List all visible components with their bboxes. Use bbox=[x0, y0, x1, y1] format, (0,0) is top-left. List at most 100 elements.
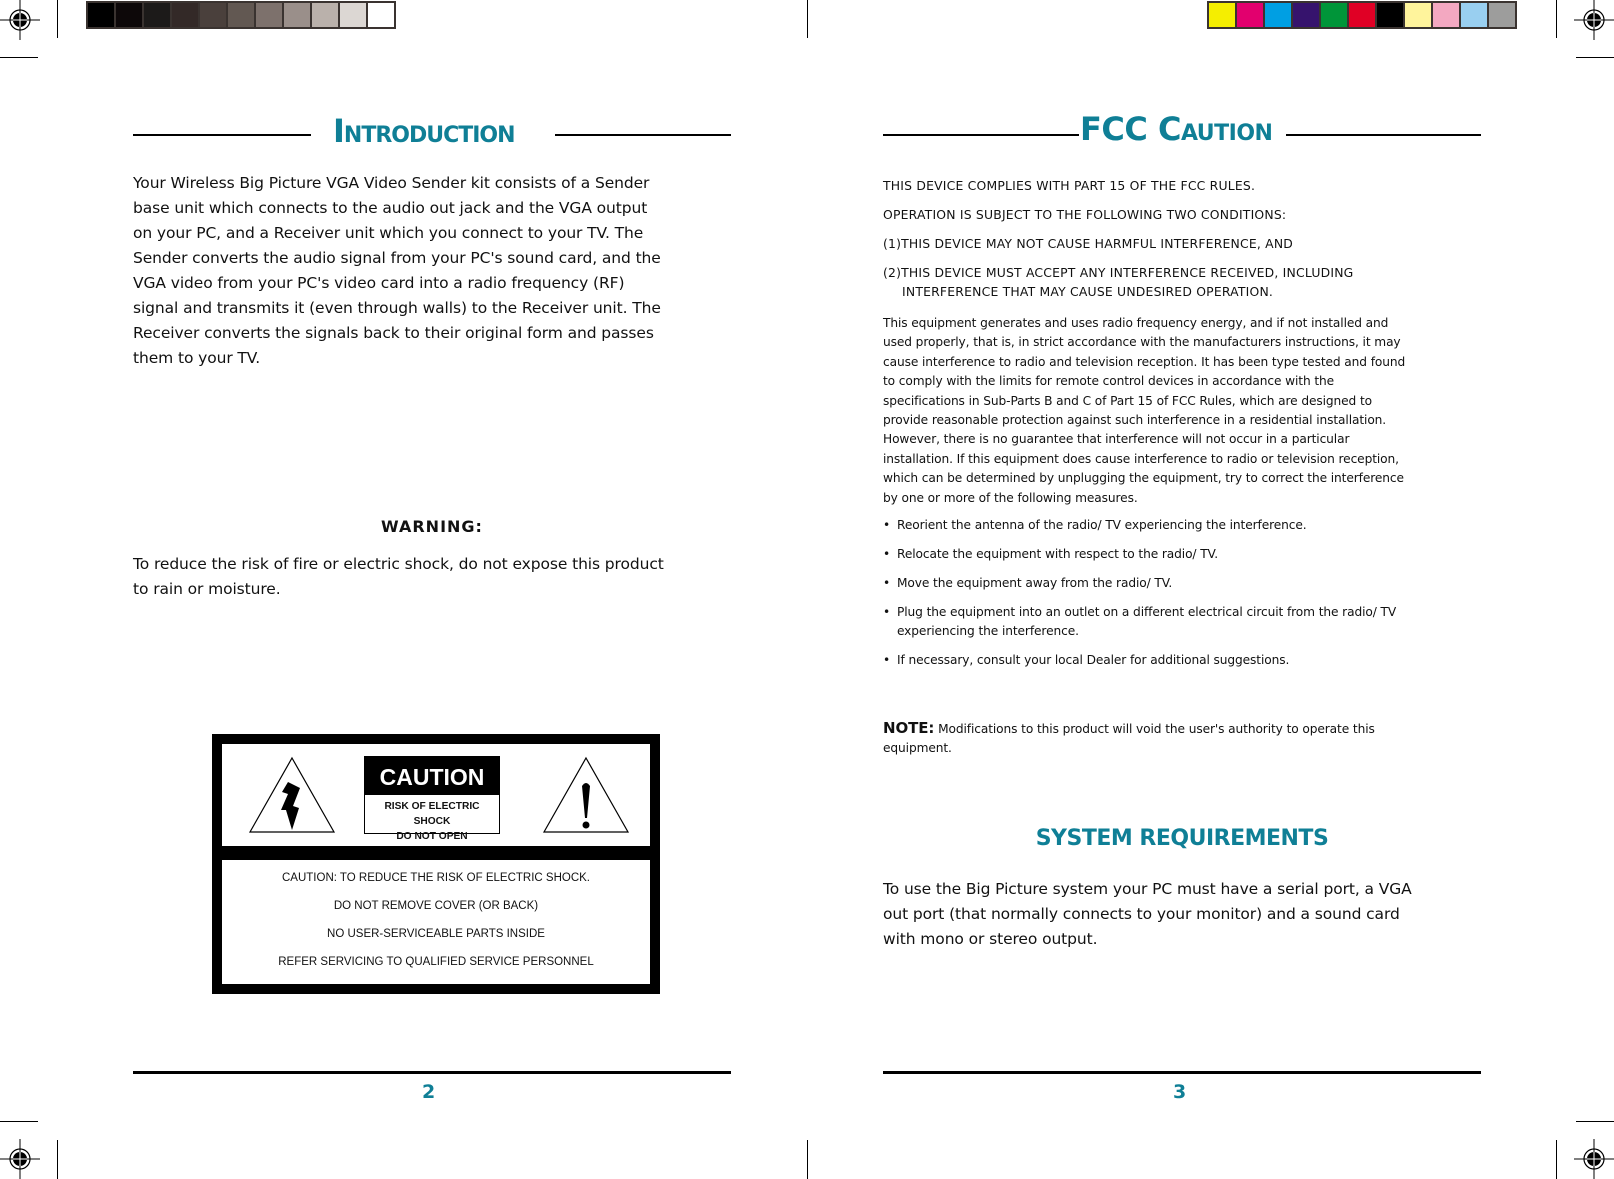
fcc-paragraph: This equipment generates and uses radio … bbox=[883, 314, 1493, 508]
crop-mark bbox=[0, 1121, 38, 1122]
text-line: signal and transmits it (even through wa… bbox=[133, 299, 661, 317]
color-swatch bbox=[1237, 3, 1263, 27]
caution-warning-box: CAUTION RISK OF ELECTRIC SHOCK DO NOT OP… bbox=[364, 756, 500, 842]
fcc-conditions-line: OPERATION IS SUBJECT TO THE FOLLOWING TW… bbox=[883, 207, 1287, 222]
caution-label: CAUTION RISK OF ELECTRIC SHOCK DO NOT OP… bbox=[212, 734, 660, 994]
list-item-text: Relocate the equipment with respect to t… bbox=[897, 546, 1218, 561]
registration-mark-icon bbox=[1574, 0, 1614, 40]
caution-subtext-line: RISK OF ELECTRIC SHOCK bbox=[384, 801, 480, 827]
process-color-bar bbox=[1207, 1, 1517, 29]
text-line: to rain or moisture. bbox=[133, 580, 281, 598]
crop-mark bbox=[57, 1140, 58, 1179]
title-rule-right bbox=[1286, 134, 1481, 136]
footer-rule bbox=[133, 1071, 731, 1074]
color-swatch bbox=[116, 3, 142, 27]
text-line: base unit which connects to the audio ou… bbox=[133, 199, 648, 217]
system-requirements-paragraph: To use the Big Picture system your PC mu… bbox=[883, 877, 1493, 952]
caution-instruction-line: NO USER-SERVICEABLE PARTS INSIDE bbox=[327, 928, 545, 940]
color-swatch bbox=[144, 3, 170, 27]
color-swatch bbox=[1349, 3, 1375, 27]
color-swatch bbox=[1461, 3, 1487, 27]
text-line: VGA video from your PC's video card into… bbox=[133, 274, 625, 292]
measure-list-item: Move the equipment away from the radio/ … bbox=[883, 574, 1493, 594]
color-swatch bbox=[1489, 3, 1515, 27]
text-line: with mono or stereo output. bbox=[883, 930, 1098, 948]
crop-mark bbox=[1576, 1121, 1614, 1122]
color-swatch bbox=[284, 3, 310, 27]
text-line: To reduce the risk of fire or electric s… bbox=[133, 555, 664, 573]
title-initial: C bbox=[1157, 110, 1181, 148]
list-item-text: Move the equipment away from the radio/ … bbox=[897, 575, 1173, 590]
color-swatch bbox=[1293, 3, 1319, 27]
text-line: provide reasonable protection against su… bbox=[883, 413, 1387, 428]
text-line: used properly, that is, in strict accord… bbox=[883, 335, 1401, 350]
caution-subtext-line: DO NOT OPEN bbox=[396, 831, 468, 842]
text-line: them to your TV. bbox=[133, 349, 261, 367]
list-item-text: If necessary, consult your local Dealer … bbox=[897, 653, 1290, 668]
caution-instruction-line: REFER SERVICING TO QUALIFIED SERVICE PER… bbox=[278, 956, 594, 968]
footer-rule bbox=[883, 1071, 1481, 1074]
measure-list-item: Reorient the antenna of the radio/ TV ex… bbox=[883, 516, 1493, 536]
color-swatch bbox=[228, 3, 254, 27]
registration-mark-icon bbox=[1574, 1139, 1614, 1179]
title-rest: NTRODUCTION bbox=[343, 123, 516, 148]
fcc-caution-title: FCC CAUTION bbox=[1080, 110, 1273, 148]
color-swatch bbox=[172, 3, 198, 27]
caution-heading: CAUTION bbox=[365, 757, 499, 795]
title-fcc: FCC bbox=[1080, 110, 1158, 148]
note-text: Modifications to this product will void … bbox=[934, 722, 1375, 736]
title-rest: AUTION bbox=[1180, 121, 1273, 146]
text-line: to comply with the limits for remote con… bbox=[883, 374, 1335, 389]
color-swatch bbox=[1405, 3, 1431, 27]
introduction-title: INTRODUCTION bbox=[333, 112, 516, 150]
system-requirements-heading: SYSTEM REQUIREMENTS bbox=[1035, 826, 1329, 851]
text-line: installation. If this equipment does cau… bbox=[883, 451, 1399, 466]
note-label: NOTE: bbox=[883, 719, 935, 737]
title-initial: I bbox=[333, 112, 345, 150]
color-swatch bbox=[1377, 3, 1403, 27]
registration-mark-icon bbox=[0, 1139, 40, 1179]
caution-instructions: CAUTION: TO REDUCE THE RISK OF ELECTRIC … bbox=[222, 860, 650, 976]
color-swatch bbox=[1265, 3, 1291, 27]
fcc-compliance-line: THIS DEVICE COMPLIES WITH PART 15 OF THE… bbox=[883, 178, 1256, 193]
grayscale-color-bar bbox=[86, 1, 396, 29]
page-number: 2 bbox=[422, 1081, 436, 1103]
text-line: on your PC, and a Receiver unit which yo… bbox=[133, 224, 644, 242]
text-line: Your Wireless Big Picture VGA Video Send… bbox=[133, 174, 650, 192]
crop-mark bbox=[57, 0, 58, 38]
text-line: This equipment generates and uses radio … bbox=[883, 316, 1389, 330]
registration-mark-icon bbox=[0, 0, 40, 40]
crop-mark bbox=[0, 57, 38, 58]
caution-label-bottom-panel: CAUTION: TO REDUCE THE RISK OF ELECTRIC … bbox=[222, 860, 650, 984]
crop-mark bbox=[1556, 1140, 1557, 1179]
fcc-condition-2-continued: INTERFERENCE THAT MAY CAUSE UNDESIRED OP… bbox=[902, 284, 1274, 299]
text-line: which can be determined by unplugging th… bbox=[883, 471, 1404, 486]
fcc-condition-2: (2)THIS DEVICE MUST ACCEPT ANY INTERFERE… bbox=[883, 265, 1354, 280]
text-line: Receiver converts the signals back to th… bbox=[133, 324, 654, 342]
warning-paragraph: To reduce the risk of fire or electric s… bbox=[133, 552, 733, 602]
title-rule-left bbox=[133, 134, 311, 136]
color-swatch bbox=[340, 3, 366, 27]
exclamation-warning-icon bbox=[542, 756, 630, 833]
introduction-paragraph: Your Wireless Big Picture VGA Video Send… bbox=[133, 171, 733, 371]
text-line: To use the Big Picture system your PC mu… bbox=[883, 880, 1412, 898]
title-rule-left bbox=[883, 134, 1079, 136]
text-line: out port (that normally connects to your… bbox=[883, 905, 1400, 923]
note-paragraph: NOTE: Modifications to this product will… bbox=[883, 719, 1493, 759]
title-rule-right bbox=[555, 134, 731, 136]
crop-mark bbox=[807, 1140, 808, 1179]
color-swatch bbox=[256, 3, 282, 27]
note-text-continued: equipment. bbox=[883, 741, 952, 756]
text-line: cause interference to radio and televisi… bbox=[883, 354, 1406, 369]
list-item-text: experiencing the interference. bbox=[897, 624, 1079, 639]
crop-mark bbox=[1556, 0, 1557, 38]
caution-instruction-line: DO NOT REMOVE COVER (OR BACK) bbox=[333, 900, 539, 912]
caution-label-top-panel: CAUTION RISK OF ELECTRIC SHOCK DO NOT OP… bbox=[222, 744, 650, 846]
lightning-bolt-warning-icon bbox=[248, 756, 336, 833]
text-line: However, there is no guarantee that inte… bbox=[883, 432, 1350, 447]
color-swatch bbox=[1321, 3, 1347, 27]
color-swatch bbox=[200, 3, 226, 27]
fcc-condition-1: (1)THIS DEVICE MAY NOT CAUSE HARMFUL INT… bbox=[883, 236, 1294, 251]
text-line: specifications in Sub-Parts B and C of P… bbox=[883, 393, 1372, 408]
measure-list-item: Plug the equipment into an outlet on a d… bbox=[883, 603, 1493, 642]
